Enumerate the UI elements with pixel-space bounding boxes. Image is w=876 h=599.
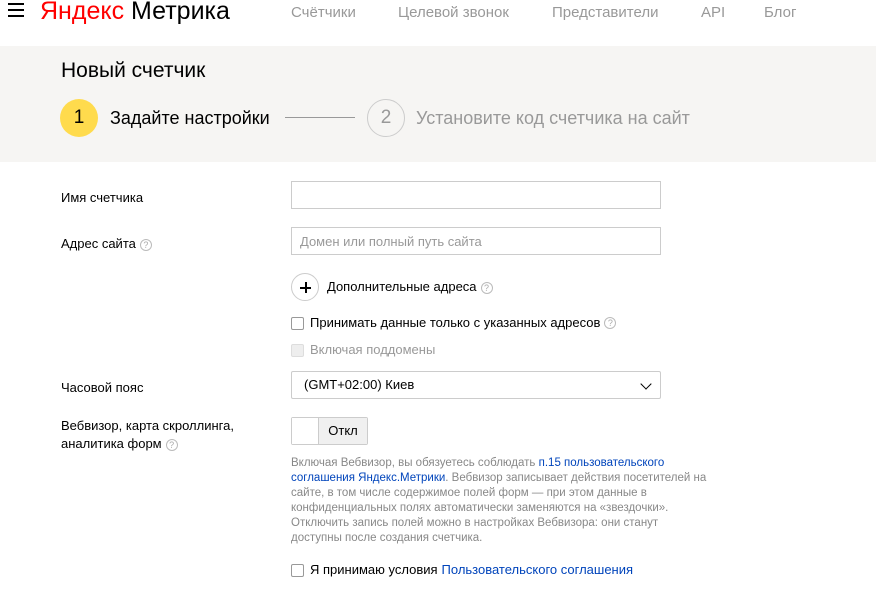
additional-addresses-row: Дополнительные адреса? bbox=[327, 278, 493, 296]
site-address-input[interactable] bbox=[291, 227, 661, 255]
help-icon[interactable]: ? bbox=[165, 439, 178, 451]
nav-target-call[interactable]: Целевой звонок bbox=[398, 4, 509, 22]
logo[interactable]: Яндекс Метрика bbox=[40, 0, 230, 28]
only-listed-checkbox[interactable] bbox=[291, 316, 304, 330]
notice-text-start: Включая Вебвизор, вы обязуетесь соблюдат… bbox=[291, 457, 539, 469]
site-address-label-row: Адрес сайта? bbox=[61, 235, 152, 253]
nav-representatives[interactable]: Представители bbox=[552, 4, 658, 22]
only-listed-row: Принимать данные только с указанных адре… bbox=[291, 314, 617, 332]
counter-name-label: Имя счетчика bbox=[61, 190, 144, 205]
nav-api[interactable]: API bbox=[701, 4, 725, 22]
user-agreement-link[interactable]: Пользовательского соглашения bbox=[442, 561, 634, 579]
page-title: Новый счетчик bbox=[61, 59, 206, 82]
webvisor-label-line1: Вебвизор, карта скроллинга, bbox=[61, 418, 234, 433]
toggle-knob bbox=[292, 418, 319, 444]
include-subdomains-label: Включая поддомены bbox=[310, 342, 436, 357]
add-address-button[interactable] bbox=[291, 273, 319, 301]
additional-addresses-label[interactable]: Дополнительные адреса bbox=[327, 279, 477, 294]
step-divider bbox=[285, 117, 355, 118]
only-listed-label[interactable]: Принимать данные только с указанных адре… bbox=[310, 314, 600, 332]
chevron-down-icon bbox=[640, 378, 652, 390]
step-2-label: Установите код счетчика на сайт bbox=[416, 108, 690, 128]
accept-terms-label[interactable]: Я принимаю условия bbox=[310, 561, 438, 579]
nav-counters[interactable]: Счётчики bbox=[291, 4, 356, 22]
include-subdomains-row: Включая поддомены bbox=[291, 341, 435, 359]
accept-terms-checkbox[interactable] bbox=[291, 563, 304, 577]
menu-icon[interactable] bbox=[8, 3, 24, 19]
toggle-state-label: Откл bbox=[319, 418, 367, 444]
steps-band: Новый счетчик 1 Задайте настройки 2 Уста… bbox=[0, 46, 876, 162]
help-icon[interactable]: ? bbox=[480, 282, 493, 294]
webvisor-toggle[interactable]: Откл bbox=[291, 417, 368, 445]
help-icon[interactable]: ? bbox=[139, 239, 152, 251]
timezone-label: Часовой пояс bbox=[61, 380, 144, 395]
logo-product: Метрика bbox=[131, 0, 230, 25]
top-header: Яндекс Метрика Счётчики Целевой звонок П… bbox=[0, 0, 876, 46]
help-icon[interactable]: ? bbox=[604, 317, 617, 329]
counter-name-input[interactable] bbox=[291, 181, 661, 209]
step-1-badge: 1 bbox=[60, 99, 98, 137]
accept-terms-row: Я принимаю условия Пользовательского согл… bbox=[291, 561, 633, 579]
webvisor-label-row: Вебвизор, карта скроллинга, аналитика фо… bbox=[61, 417, 234, 453]
step-2-badge: 2 bbox=[367, 99, 405, 137]
include-subdomains-checkbox bbox=[291, 343, 304, 357]
webvisor-label-line2: аналитика форм bbox=[61, 436, 162, 451]
logo-brand: Яндекс bbox=[40, 0, 125, 25]
nav-blog[interactable]: Блог bbox=[764, 4, 796, 22]
webvisor-notice: Включая Вебвизор, вы обязуетесь соблюдат… bbox=[291, 456, 711, 546]
step-1-label: Задайте настройки bbox=[110, 108, 270, 128]
timezone-value: (GMT+02:00) Киев bbox=[304, 377, 415, 392]
timezone-select[interactable]: (GMT+02:00) Киев bbox=[291, 371, 661, 399]
site-address-label: Адрес сайта bbox=[61, 236, 136, 251]
